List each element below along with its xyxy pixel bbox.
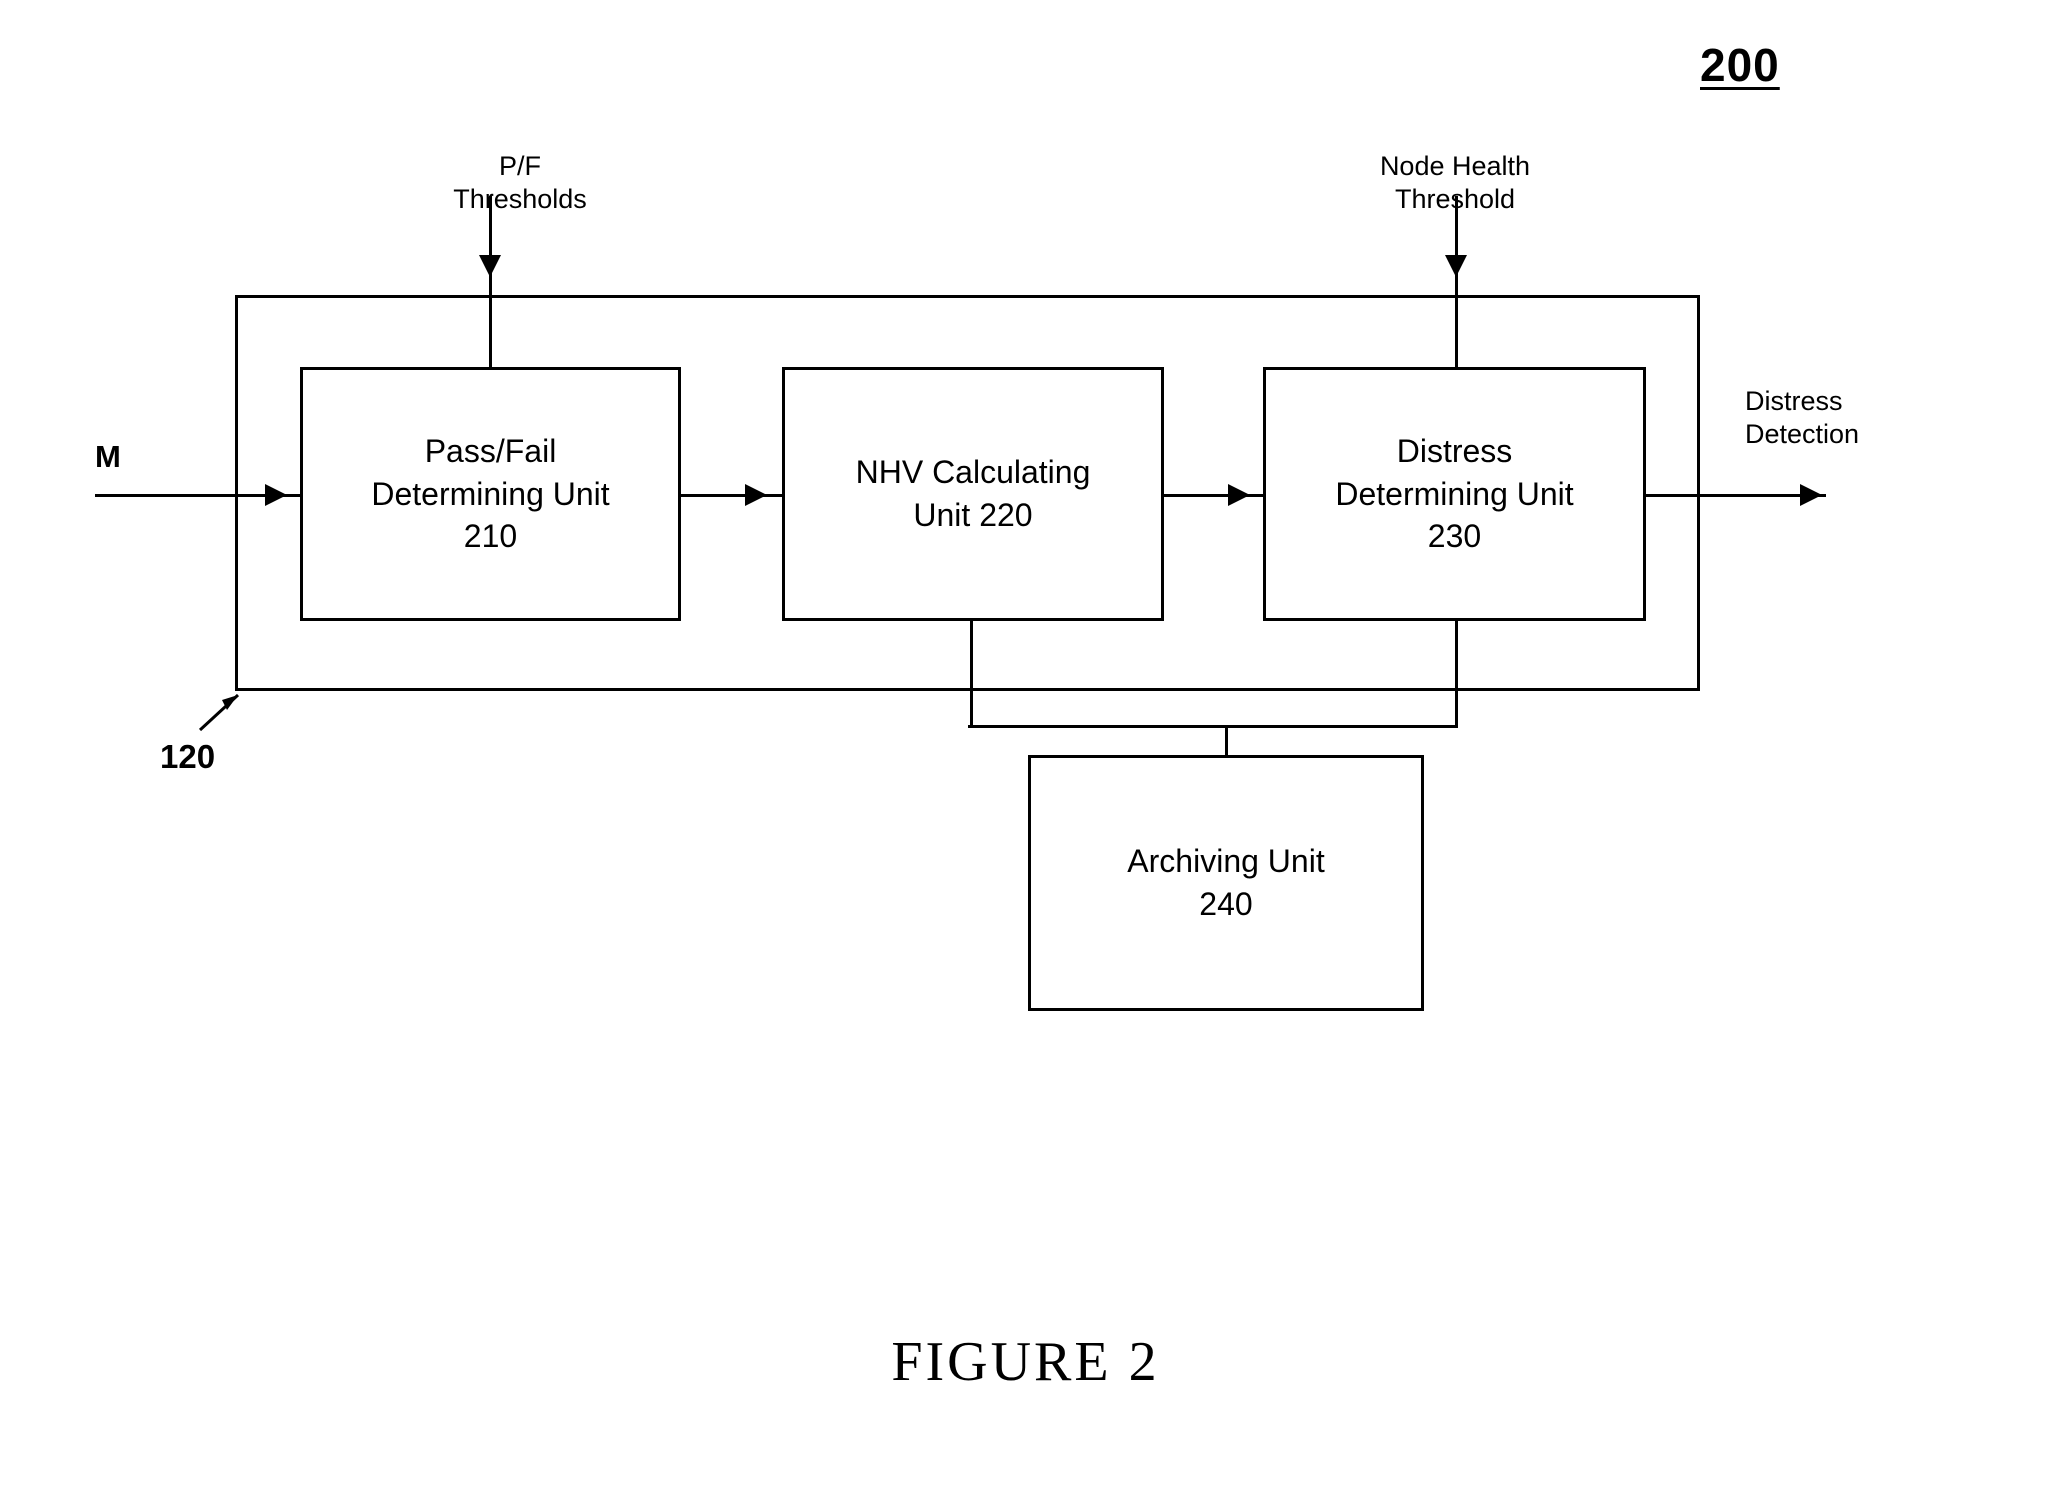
- figure-caption: FIGURE 2: [891, 1331, 1160, 1393]
- nhv-to-distress-connector: [1164, 494, 1268, 497]
- distress-detection-label: Distress Detection: [1745, 386, 1860, 449]
- pass-fail-to-nhv-connector: [681, 494, 786, 497]
- figure-reference-number: 200: [1700, 39, 1780, 91]
- distress-detection-output-arrowhead: [1800, 484, 1822, 506]
- pf-thresholds-arrowhead: [479, 255, 501, 277]
- pass-fail-to-nhv-arrowhead: [745, 484, 767, 506]
- node-health-threshold-arrowhead: [1445, 255, 1467, 277]
- measurement-input-label: M: [95, 439, 121, 474]
- pf-thresholds-connector: [489, 196, 492, 368]
- distress-determining-unit-box[interactable]: Distress Determining Unit 230: [1263, 367, 1646, 621]
- distress-to-archiving-connector: [1455, 620, 1458, 728]
- nhv-to-distress-arrowhead: [1228, 484, 1250, 506]
- archiving-bus-connector: [968, 725, 1458, 728]
- outer-system-reference-label: 120: [160, 738, 216, 775]
- distress-detection-output-connector: [1646, 494, 1826, 497]
- pf-thresholds-label: P/F Thresholds: [453, 151, 587, 214]
- figure-page: 200 P/F Thresholds Node Health Threshold…: [0, 0, 2051, 1503]
- archiving-unit-label: Archiving Unit 240: [1127, 843, 1325, 922]
- reference-leader-line: [198, 693, 240, 732]
- archiving-unit-box[interactable]: Archiving Unit 240: [1028, 755, 1424, 1011]
- measurement-input-arrowhead: [265, 484, 287, 506]
- pass-fail-determining-unit-box[interactable]: Pass/Fail Determining Unit 210: [300, 367, 681, 621]
- pass-fail-determining-unit-label: Pass/Fail Determining Unit 210: [371, 433, 610, 555]
- nhv-calculating-unit-label: NHV Calculating Unit 220: [855, 454, 1091, 533]
- archiving-unit-input-connector: [1225, 726, 1228, 757]
- distress-determining-unit-label: Distress Determining Unit 230: [1335, 433, 1574, 555]
- nhv-to-archiving-connector: [970, 620, 973, 728]
- nhv-calculating-unit-box[interactable]: NHV Calculating Unit 220: [782, 367, 1164, 621]
- node-health-threshold-connector: [1455, 196, 1458, 368]
